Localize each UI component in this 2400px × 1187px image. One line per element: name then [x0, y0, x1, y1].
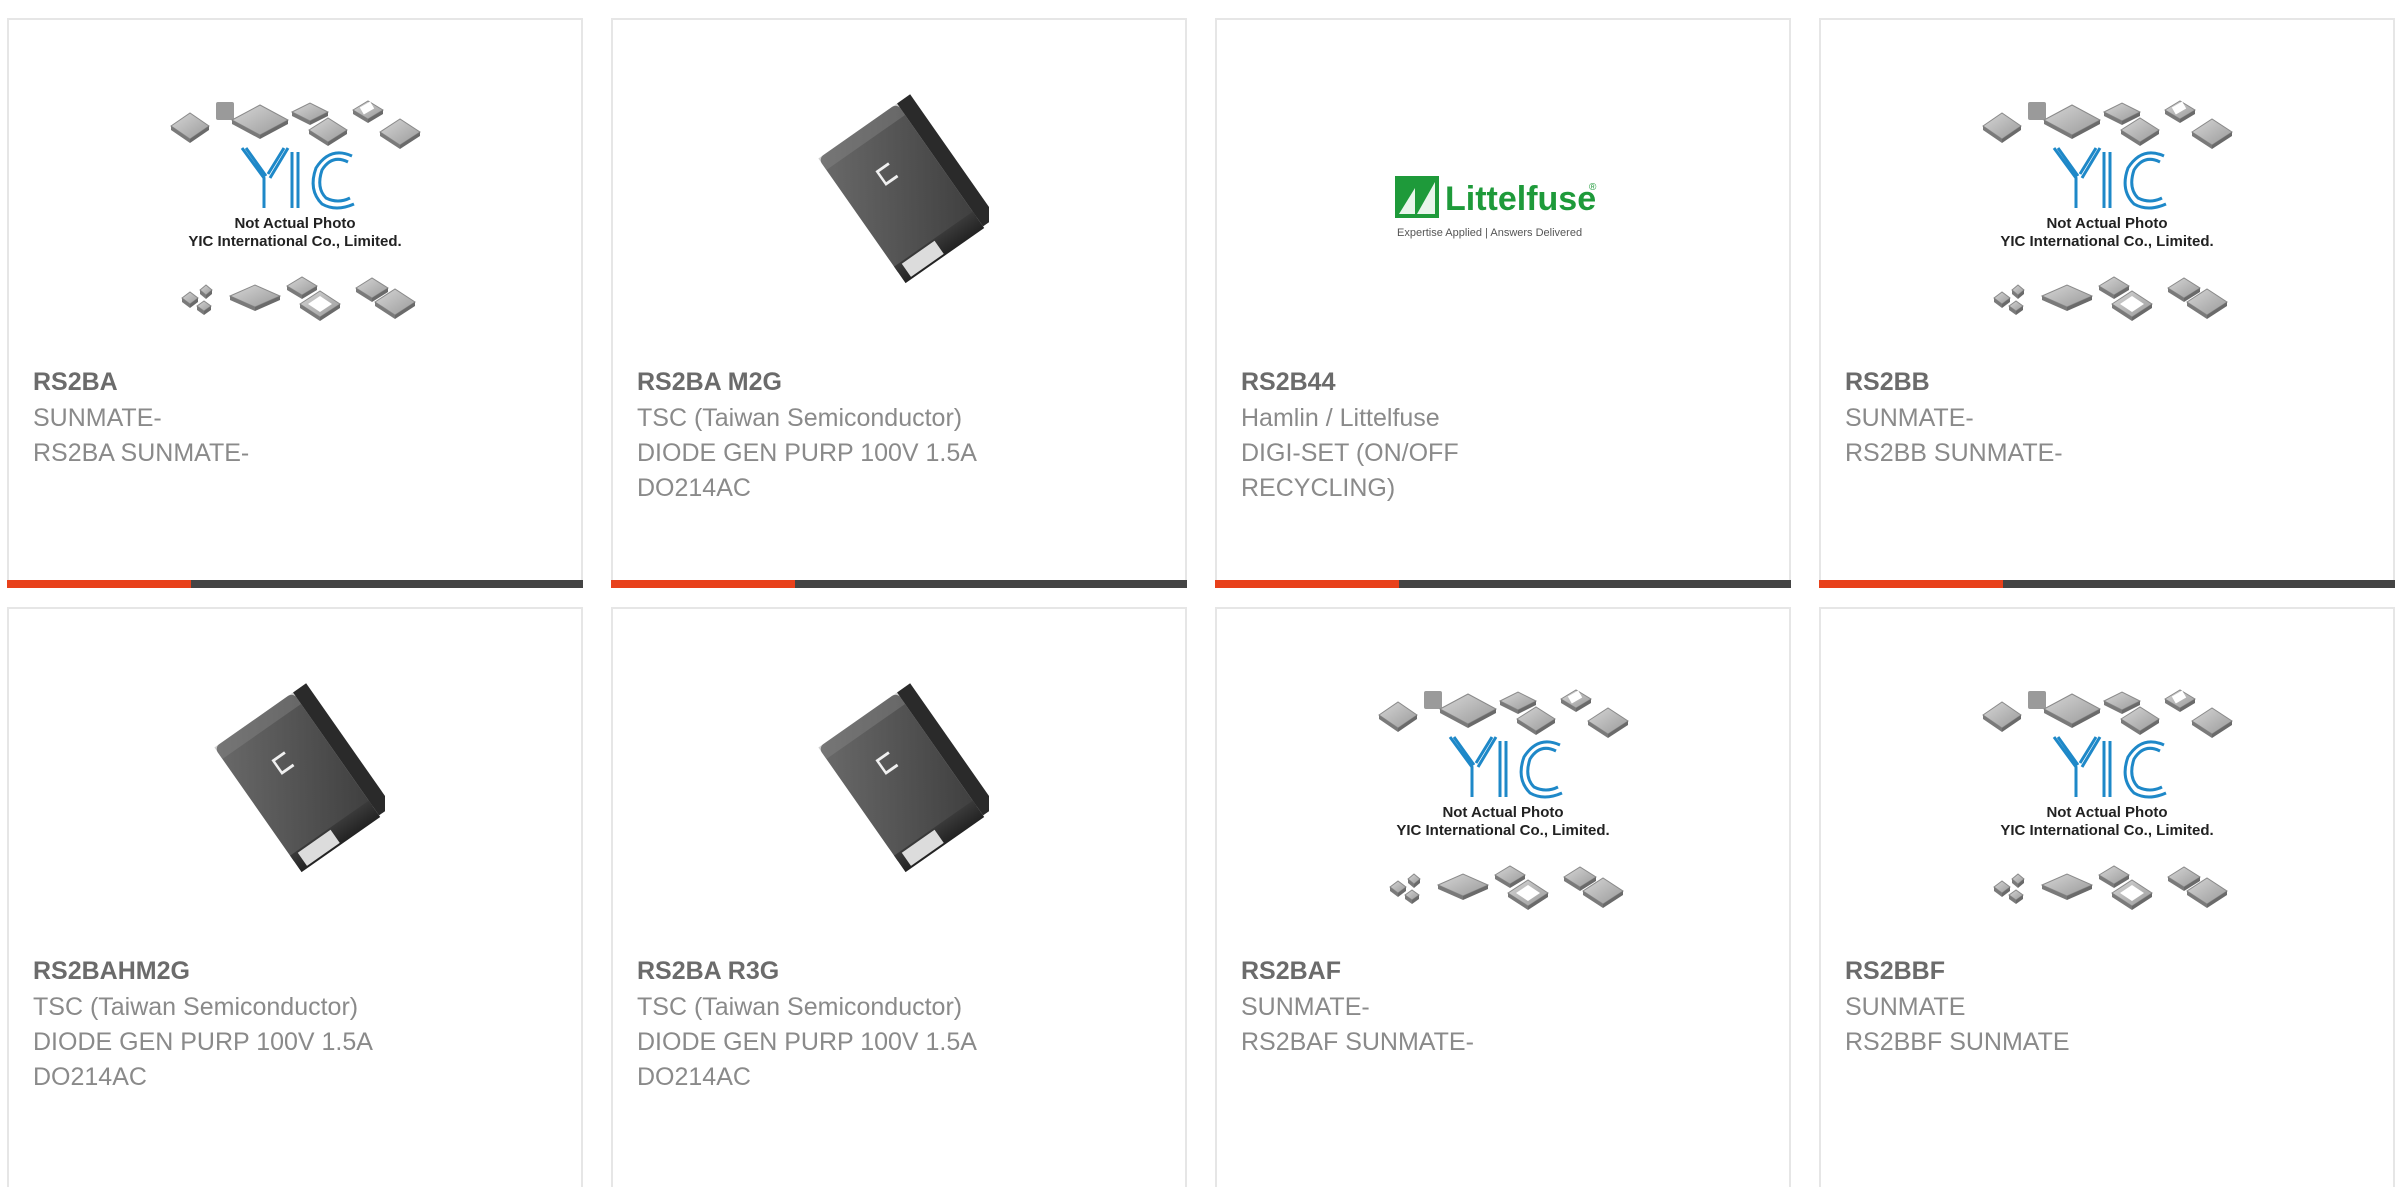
svg-text:YIC International Co., Limited: YIC International Co., Limited. [2000, 822, 2213, 839]
manufacturer-label: SUNMATE- [1845, 404, 1974, 432]
product-card[interactable]: Not Actual Photo YIC International Co., L… [1819, 607, 2395, 1187]
smd-diode-icon: ப [818, 94, 989, 284]
card-footer-bar [1819, 580, 2395, 588]
yic-placeholder-icon: Not Actual PhotoYIC International Co., L… [1982, 689, 2233, 910]
manufacturer-label: TSC (Taiwan Semiconductor) [33, 993, 359, 1021]
smd-diode-icon: ப [818, 683, 989, 873]
manufacturer-label: TSC (Taiwan Semiconductor) [637, 993, 963, 1021]
manufacturer-label: SUNMATE- [33, 404, 162, 432]
part-number-link[interactable]: RS2BAHM2G [33, 952, 561, 990]
manufacturer-label: SUNMATE- [1241, 993, 1370, 1021]
product-grid: Not Actual Photo YIC International Co., L… [0, 0, 2400, 1187]
card-footer-bar [1215, 580, 1791, 588]
svg-text:Littelfuse: Littelfuse [1445, 180, 1596, 218]
product-card[interactable]: ப RS2BAHM2G TSC (Taiwan Semiconductor) D… [7, 607, 583, 1187]
description-label: RS2BAF SUNMATE- [1241, 1028, 1474, 1056]
svg-text:®: ® [1589, 182, 1597, 193]
description-label: DIODE GEN PURP 100V 1.5A DO214AC [33, 1028, 372, 1091]
product-card[interactable]: ப RS2BA M2G TSC (Taiwan Semiconductor) D… [611, 18, 1187, 588]
product-image: ப [613, 679, 1185, 959]
card-footer-bar [611, 580, 1187, 588]
description-label: DIODE GEN PURP 100V 1.5A DO214AC [637, 1028, 976, 1091]
product-card[interactable]: Littelfuse ® Expertise Applied | Answers D… [1215, 18, 1791, 588]
card-accent-bar [7, 580, 191, 588]
part-number-link[interactable]: RS2BA R3G [637, 952, 1165, 990]
svg-text:Not Actual Photo: Not Actual Photo [2046, 215, 2167, 232]
product-image: ப [9, 679, 581, 959]
description-label: RS2BBF SUNMATE [1845, 1028, 2070, 1056]
product-image: Not Actual Photo YIC International Co., L… [1217, 679, 1789, 959]
product-image: ப [613, 90, 1185, 370]
description-label: RS2BB SUNMATE- [1845, 439, 2063, 467]
product-card[interactable]: Not Actual Photo YIC International Co., L… [1215, 607, 1791, 1187]
svg-text:YIC International Co., Limited: YIC International Co., Limited. [1396, 822, 1609, 839]
part-number-link[interactable]: RS2BA M2G [637, 363, 1165, 401]
card-accent-bar [1819, 580, 2003, 588]
part-number-link[interactable]: RS2B44 [1241, 363, 1769, 401]
svg-text:YIC International Co., Limited: YIC International Co., Limited. [188, 233, 401, 250]
smd-diode-icon: ப [214, 683, 385, 873]
part-number-link[interactable]: RS2BAF [1241, 952, 1769, 990]
svg-text:YIC International Co., Limited: YIC International Co., Limited. [2000, 233, 2213, 250]
description-label: DIODE GEN PURP 100V 1.5A DO214AC [637, 439, 976, 502]
product-card[interactable]: Not Actual Photo YIC International Co., L… [7, 18, 583, 588]
description-label: RS2BA SUNMATE- [33, 439, 250, 467]
yic-placeholder-icon: Not Actual PhotoYIC International Co., L… [170, 100, 421, 321]
manufacturer-label: TSC (Taiwan Semiconductor) [637, 404, 963, 432]
part-number-link[interactable]: RS2BBF [1845, 952, 2373, 990]
card-accent-bar [611, 580, 795, 588]
card-footer-bar [7, 580, 583, 588]
card-accent-bar [1215, 580, 1399, 588]
product-card[interactable]: ப RS2BA R3G TSC (Taiwan Semiconductor) D… [611, 607, 1187, 1187]
product-image: Not Actual Photo YIC International Co., L… [1821, 679, 2393, 959]
product-image: Not Actual Photo YIC International Co., L… [9, 90, 581, 370]
yic-placeholder-icon: Not Actual PhotoYIC International Co., L… [1982, 100, 2233, 321]
description-label: DIGI-SET (ON/OFF RECYCLING) [1241, 439, 1459, 502]
manufacturer-label: SUNMATE [1845, 993, 1966, 1021]
svg-text:Expertise Applied | Answers De: Expertise Applied | Answers Delivered [1397, 227, 1582, 239]
product-image: Not Actual Photo YIC International Co., L… [1821, 90, 2393, 370]
product-image: Littelfuse ® Expertise Applied | Answers D… [1217, 90, 1789, 370]
part-number-link[interactable]: RS2BB [1845, 363, 2373, 401]
littelfuse-logo: Littelfuse® Expertise Applied | Answers D… [1395, 176, 1597, 239]
svg-text:Not Actual Photo: Not Actual Photo [2046, 804, 2167, 821]
part-number-link[interactable]: RS2BA [33, 363, 561, 401]
product-card[interactable]: Not Actual Photo YIC International Co., L… [1819, 18, 2395, 588]
manufacturer-label: Hamlin / Littelfuse [1241, 404, 1440, 432]
yic-placeholder-icon: Not Actual PhotoYIC International Co., L… [1378, 689, 1629, 910]
svg-text:Not Actual Photo: Not Actual Photo [234, 215, 355, 232]
svg-text:Not Actual Photo: Not Actual Photo [1442, 804, 1563, 821]
